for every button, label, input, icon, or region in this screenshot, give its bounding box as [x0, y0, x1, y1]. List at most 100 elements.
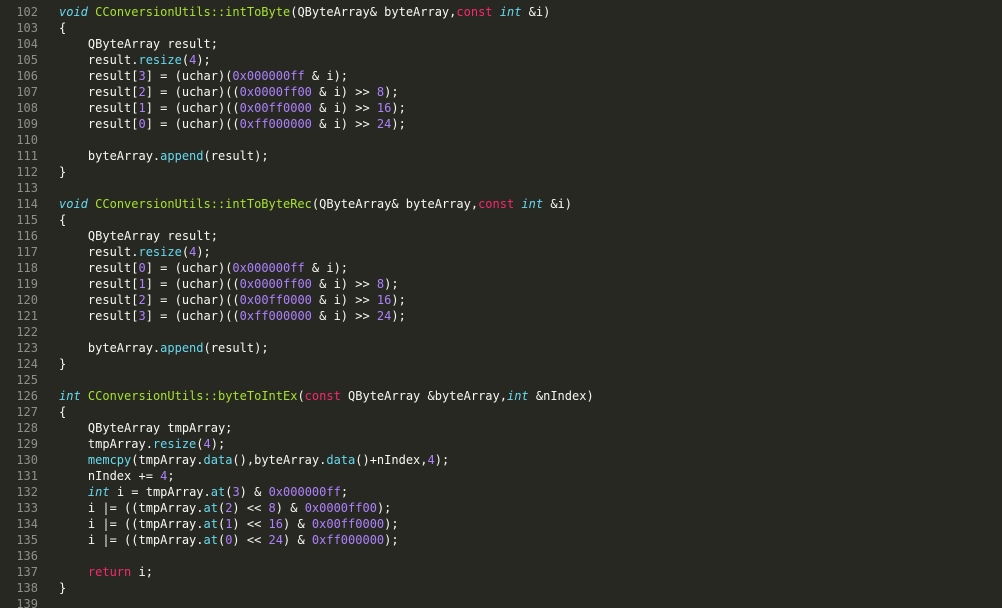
code-line[interactable]: 131 nIndex += 4;: [0, 468, 1002, 484]
line-text: int i = tmpArray.at(3) & 0x000000ff;: [38, 484, 348, 500]
line-text: void CConversionUtils::intToByteRec(QByt…: [38, 196, 572, 212]
code-line[interactable]: 114 void CConversionUtils::intToByteRec(Q…: [0, 196, 1002, 212]
code-token: 0x0000ff00: [239, 277, 312, 291]
code-token: }: [59, 581, 67, 595]
code-token: 16: [376, 293, 392, 307]
code-line[interactable]: 120 result[2] = (uchar)((0x00ff0000 & i)…: [0, 292, 1002, 308]
line-number: 122: [16, 325, 38, 339]
code-token: );: [196, 245, 211, 259]
code-line[interactable]: 107 result[2] = (uchar)((0x0000ff00 & i)…: [0, 84, 1002, 100]
code-token: ] = (uchar)(: [145, 69, 233, 83]
line-text: nIndex += 4;: [38, 468, 175, 484]
line-number: 131: [16, 469, 38, 483]
line-number: 124: [16, 357, 38, 371]
code-token: i |= ((tmpArray.: [59, 501, 204, 515]
code-line[interactable]: 122: [0, 324, 1002, 340]
code-line[interactable]: 115 {: [0, 212, 1002, 228]
code-area[interactable]: 102 void CConversionUtils::intToByte(QByt…: [0, 4, 1002, 608]
code-line[interactable]: 116 QByteArray result;: [0, 228, 1002, 244]
code-line[interactable]: 108 result[1] = (uchar)((0x00ff0000 & i)…: [0, 100, 1002, 116]
line-number: 103: [16, 21, 38, 35]
line-number: 107: [16, 85, 38, 99]
code-line[interactable]: 127 {: [0, 404, 1002, 420]
code-line[interactable]: 138}: [0, 580, 1002, 596]
line-text: memcpy(tmpArray.data(),byteArray.data()+…: [38, 452, 449, 468]
code-token: (: [196, 437, 204, 451]
code-token: at: [203, 517, 218, 531]
code-token: ) &: [275, 501, 305, 515]
code-line[interactable]: 125: [0, 372, 1002, 388]
code-token: & i);: [304, 69, 349, 83]
code-token: ] = (uchar)((: [145, 85, 240, 99]
code-line[interactable]: 136: [0, 548, 1002, 564]
code-token: 0x00ff0000: [239, 101, 312, 115]
code-token: );: [391, 309, 406, 323]
line-text: i |= ((tmpArray.at(1) << 16) & 0x00ff000…: [38, 516, 399, 532]
code-token: ] = (uchar)((: [145, 101, 240, 115]
line-number: 118: [16, 261, 38, 275]
code-token: );: [391, 117, 406, 131]
code-token: (QByteArray& byteArray,: [311, 197, 479, 211]
code-line[interactable]: 133 i |= ((tmpArray.at(2) << 8) & 0x0000…: [0, 500, 1002, 516]
code-line[interactable]: 109 result[0] = (uchar)((0xff000000 & i)…: [0, 116, 1002, 132]
line-number: 126: [16, 389, 38, 403]
line-text: }: [38, 164, 66, 180]
code-line[interactable]: 132 int i = tmpArray.at(3) & 0x000000ff;: [0, 484, 1002, 500]
code-line[interactable]: 106 result[3] = (uchar)(0x000000ff & i);: [0, 68, 1002, 84]
code-line[interactable]: 135 i |= ((tmpArray.at(0) << 24) & 0xff0…: [0, 532, 1002, 548]
code-line[interactable]: 126 int CConversionUtils::byteToIntEx(con…: [0, 388, 1002, 404]
code-line[interactable]: 117 result.resize(4);: [0, 244, 1002, 260]
code-token: int: [59, 389, 81, 403]
code-line[interactable]: 121 result[3] = (uchar)((0xff000000 & i)…: [0, 308, 1002, 324]
line-number: 111: [16, 149, 38, 163]
code-line[interactable]: 130 memcpy(tmpArray.data(),byteArray.dat…: [0, 452, 1002, 468]
code-line[interactable]: 102 void CConversionUtils::intToByte(QByt…: [0, 4, 1002, 20]
code-token: result[: [59, 101, 139, 115]
code-token: 24: [376, 117, 392, 131]
code-line[interactable]: 137 return i;: [0, 564, 1002, 580]
code-token: at: [203, 533, 218, 547]
code-token: ) &: [239, 485, 269, 499]
code-line[interactable]: 110: [0, 132, 1002, 148]
line-text: result.resize(4);: [38, 244, 211, 260]
code-line[interactable]: 112}: [0, 164, 1002, 180]
code-token: 0x0000ff00: [239, 85, 312, 99]
code-line[interactable]: 103 {: [0, 20, 1002, 36]
line-text: return i;: [38, 564, 153, 580]
code-token: 0xff000000: [239, 117, 312, 131]
code-token: result.: [59, 53, 139, 67]
code-token: );: [384, 517, 399, 531]
code-token: &nIndex): [528, 389, 594, 403]
line-text: result[0] = (uchar)(0x000000ff & i);: [38, 260, 348, 276]
code-line[interactable]: 123 byteArray.append(result);: [0, 340, 1002, 356]
code-token: 0x0000ff00: [304, 501, 377, 515]
code-line[interactable]: 128 QByteArray tmpArray;: [0, 420, 1002, 436]
code-editor[interactable]: 102 void CConversionUtils::intToByte(QByt…: [0, 0, 1002, 608]
code-line[interactable]: 124}: [0, 356, 1002, 372]
code-token: nIndex +=: [59, 469, 161, 483]
line-number: 119: [16, 277, 38, 291]
code-line[interactable]: 111 byteArray.append(result);: [0, 148, 1002, 164]
code-line[interactable]: 104 QByteArray result;: [0, 36, 1002, 52]
code-token: const: [478, 197, 515, 211]
code-line[interactable]: 134 i |= ((tmpArray.at(1) << 16) & 0x00f…: [0, 516, 1002, 532]
line-text: [38, 596, 59, 608]
code-token: );: [376, 501, 392, 515]
code-token: 1: [138, 277, 146, 291]
line-number: 138: [16, 581, 38, 595]
code-token: );: [391, 293, 406, 307]
code-token: int: [499, 5, 522, 19]
code-line[interactable]: 139: [0, 596, 1002, 608]
code-line[interactable]: 119 result[1] = (uchar)((0x0000ff00 & i)…: [0, 276, 1002, 292]
code-line[interactable]: 129 tmpArray.resize(4);: [0, 436, 1002, 452]
line-number: 102: [16, 5, 38, 19]
code-line[interactable]: 105 result.resize(4);: [0, 52, 1002, 68]
code-token: 0xff000000: [239, 309, 312, 323]
line-text: int CConversionUtils::byteToIntEx(const …: [38, 388, 594, 404]
code-line[interactable]: 118 result[0] = (uchar)(0x000000ff & i);: [0, 260, 1002, 276]
code-line[interactable]: 113: [0, 180, 1002, 196]
line-number: 105: [16, 53, 38, 67]
code-token: (tmpArray.: [131, 453, 204, 467]
line-text: {: [38, 20, 66, 36]
